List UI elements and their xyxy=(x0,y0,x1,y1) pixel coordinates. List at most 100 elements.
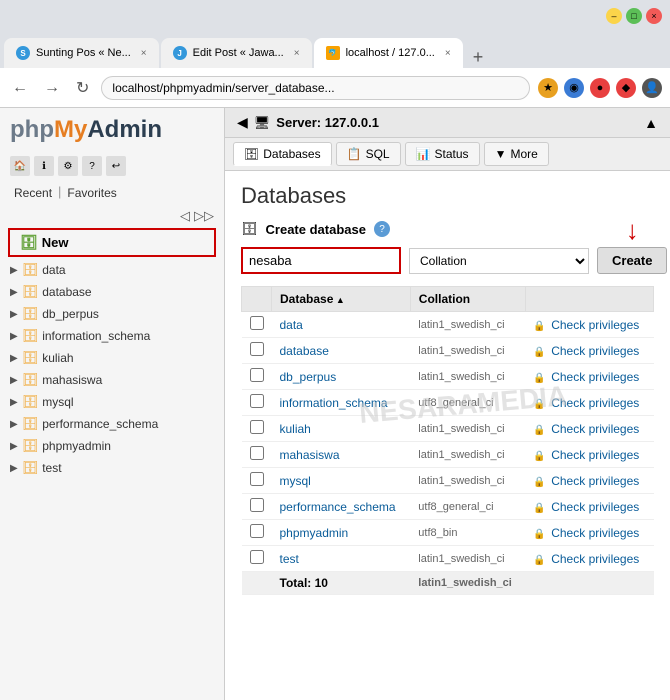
checkpriv-link-phpmyadmin[interactable]: Check privileges xyxy=(551,526,639,540)
total-row: Total: 10 latin1_swedish_ci xyxy=(242,572,654,595)
lock-icon-performance_schema: 🔒 xyxy=(533,503,545,514)
sidebar-tab-recent[interactable]: Recent xyxy=(10,184,56,202)
checkbox-information_schema[interactable] xyxy=(250,394,264,408)
pma-logo: phpMyAdmin xyxy=(0,108,224,152)
tab-close-sunting[interactable]: × xyxy=(141,48,147,59)
extension-icon-2[interactable]: ◉ xyxy=(564,78,584,98)
db-link-test[interactable]: test xyxy=(280,552,299,566)
sidebar-icon-info[interactable]: ℹ xyxy=(34,156,54,176)
db-name-performance_schema: performance_schema xyxy=(42,417,158,431)
total-empty-cell xyxy=(242,572,272,595)
nav-more-button[interactable]: ▼ More xyxy=(484,142,549,166)
sidebar-db-item-kuliah[interactable]: ▶ 🗄 kuliah xyxy=(0,347,224,369)
user-avatar[interactable]: 👤 xyxy=(642,78,662,98)
sidebar-db-item-information_schema[interactable]: ▶ 🗄 information_schema xyxy=(0,325,224,347)
sidebar-icon-settings[interactable]: ⚙ xyxy=(58,156,78,176)
sidebar-db-item-performance_schema[interactable]: ▶ 🗄 performance_schema xyxy=(0,413,224,435)
checkpriv-link-mahasiswa[interactable]: Check privileges xyxy=(551,448,639,462)
tab-title-pma: localhost / 127.0... xyxy=(346,47,435,59)
db-link-phpmyadmin[interactable]: phpmyadmin xyxy=(280,526,349,540)
checkpriv-link-test[interactable]: Check privileges xyxy=(551,552,639,566)
db-link-mysql[interactable]: mysql xyxy=(280,474,311,488)
sidebar-db-item-db_perpus[interactable]: ▶ 🗄 db_perpus xyxy=(0,303,224,325)
extension-icon-1[interactable]: ★ xyxy=(538,78,558,98)
db-link-mahasiswa[interactable]: mahasiswa xyxy=(280,448,340,462)
address-input[interactable] xyxy=(101,76,530,100)
back-arrow[interactable]: ◀ xyxy=(237,114,248,131)
expand-arrow-data: ▶ xyxy=(10,265,18,276)
sidebar-icon-help[interactable]: ? xyxy=(82,156,102,176)
checkpriv-link-kuliah[interactable]: Check privileges xyxy=(551,422,639,436)
th-database[interactable]: Database xyxy=(272,287,411,312)
row-name-phpmyadmin: phpmyadmin xyxy=(272,520,411,546)
sidebar-icon-home[interactable]: 🏠 xyxy=(10,156,30,176)
checkpriv-link-db_perpus[interactable]: Check privileges xyxy=(551,370,639,384)
create-button[interactable]: Create xyxy=(597,247,667,274)
nav-status-button[interactable]: 📊 Status xyxy=(405,142,480,166)
db-icon-test: 🗄 xyxy=(22,460,39,476)
checkpriv-link-database[interactable]: Check privileges xyxy=(551,344,639,358)
sidebar-db-item-phpmyadmin[interactable]: ▶ 🗄 phpmyadmin xyxy=(0,435,224,457)
databases-icon: 🗄 xyxy=(244,147,259,161)
checkbox-mysql[interactable] xyxy=(250,472,264,486)
nav-sql-button[interactable]: 📋 SQL xyxy=(336,142,401,166)
pma-logo-text: phpMyAdmin xyxy=(10,116,214,144)
expand-icon[interactable]: ▷▷ xyxy=(194,208,214,224)
tab-phpmyadmin[interactable]: 🐬 localhost / 127.0... × xyxy=(314,38,463,68)
row-checkbox-phpmyadmin xyxy=(242,520,272,546)
db-link-kuliah[interactable]: kuliah xyxy=(280,422,311,436)
sidebar-db-item-mahasiswa[interactable]: ▶ 🗄 mahasiswa xyxy=(0,369,224,391)
extension-icon-4[interactable]: ◆ xyxy=(616,78,636,98)
sidebar-icon-exit[interactable]: ↩ xyxy=(106,156,126,176)
checkpriv-link-data[interactable]: Check privileges xyxy=(551,318,639,332)
new-database-button[interactable]: 🗄 New xyxy=(8,228,216,257)
db-link-database[interactable]: database xyxy=(280,344,329,358)
close-button[interactable]: × xyxy=(646,8,662,24)
checkbox-test[interactable] xyxy=(250,550,264,564)
sidebar-db-item-mysql[interactable]: ▶ 🗄 mysql xyxy=(0,391,224,413)
create-db-input[interactable] xyxy=(241,247,401,274)
expand-arrow-test: ▶ xyxy=(10,463,18,474)
db-link-db_perpus[interactable]: db_perpus xyxy=(280,370,337,384)
create-db-icon: 🗄 xyxy=(241,221,258,237)
maximize-button[interactable]: □ xyxy=(626,8,642,24)
checkbox-performance_schema[interactable] xyxy=(250,498,264,512)
db-name-data: data xyxy=(42,263,65,277)
db-link-data[interactable]: data xyxy=(280,318,303,332)
checkbox-db_perpus[interactable] xyxy=(250,368,264,382)
content-header: ◀ 🖥 Server: 127.0.0.1 ▲ xyxy=(225,108,670,138)
sidebar-db-item-database[interactable]: ▶ 🗄 database xyxy=(0,281,224,303)
checkbox-database[interactable] xyxy=(250,342,264,356)
nav-databases-button[interactable]: 🗄 Databases xyxy=(233,142,332,166)
tab-sunting[interactable]: S Sunting Pos « Ne... × xyxy=(4,38,159,68)
collation-select[interactable]: Collation utf8_general_ci latin1_swedish… xyxy=(409,248,589,274)
extension-icon-3[interactable]: ● xyxy=(590,78,610,98)
db-name-mahasiswa: mahasiswa xyxy=(42,373,102,387)
back-button[interactable]: ← xyxy=(8,77,32,99)
db-link-information_schema[interactable]: information_schema xyxy=(280,396,388,410)
sidebar-db-item-test[interactable]: ▶ 🗄 test xyxy=(0,457,224,479)
row-name-information_schema: information_schema xyxy=(272,390,411,416)
new-tab-button[interactable]: + xyxy=(465,47,492,68)
minimize-button[interactable]: – xyxy=(606,8,622,24)
checkbox-mahasiswa[interactable] xyxy=(250,446,264,460)
row-name-kuliah: kuliah xyxy=(272,416,411,442)
info-icon[interactable]: ? xyxy=(374,221,390,237)
checkbox-data[interactable] xyxy=(250,316,264,330)
tab-close-edit[interactable]: × xyxy=(294,48,300,59)
header-expand[interactable]: ▲ xyxy=(644,115,658,131)
collapse-icon[interactable]: ◁ xyxy=(180,208,190,224)
sidebar-tab-favorites[interactable]: Favorites xyxy=(63,184,120,202)
checkbox-kuliah[interactable] xyxy=(250,420,264,434)
reload-button[interactable]: ↻ xyxy=(72,76,93,100)
sidebar-db-item-data[interactable]: ▶ 🗄 data xyxy=(0,259,224,281)
db-link-performance_schema[interactable]: performance_schema xyxy=(280,500,396,514)
tab-close-pma[interactable]: × xyxy=(445,48,451,59)
checkpriv-link-information_schema[interactable]: Check privileges xyxy=(551,396,639,410)
checkpriv-link-performance_schema[interactable]: Check privileges xyxy=(551,500,639,514)
checkpriv-link-mysql[interactable]: Check privileges xyxy=(551,474,639,488)
checkbox-phpmyadmin[interactable] xyxy=(250,524,264,538)
tab-edit[interactable]: J Edit Post « Jawa... × xyxy=(161,38,312,68)
th-collation[interactable]: Collation xyxy=(410,287,525,312)
forward-button[interactable]: → xyxy=(40,77,64,99)
